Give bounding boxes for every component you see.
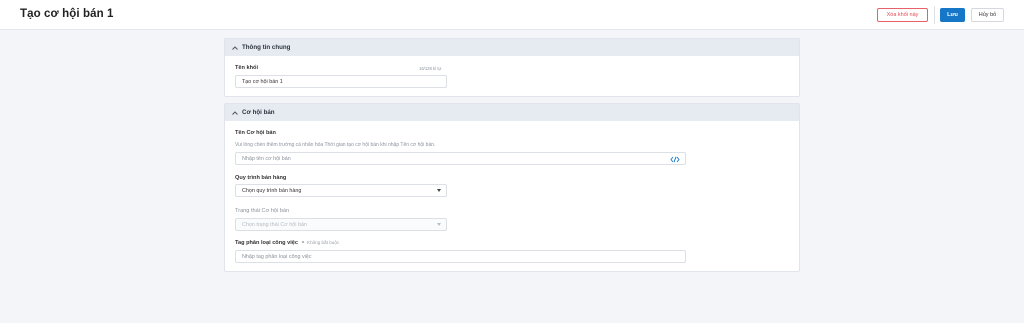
chevron-up-icon[interactable] — [231, 109, 239, 117]
general-info-card: Thông tin chung Tên khối 16/128 kí tự Tạ… — [224, 38, 800, 97]
pipeline-select-value: Chọn quy trình bán hàng — [242, 187, 302, 194]
tag-label-text: Tag phân loại công việc — [235, 240, 298, 246]
opportunity-name-placeholder: Nhập tên cơ hội bán — [242, 155, 291, 162]
delete-block-button[interactable]: Xóa khối này — [877, 8, 928, 22]
chevron-up-icon[interactable] — [231, 44, 239, 52]
general-info-header[interactable]: Thông tin chung — [225, 39, 799, 56]
general-info-title: Thông tin chung — [242, 44, 291, 51]
separator-dot — [302, 241, 304, 244]
opportunity-name-hint: Vui lòng chèn thêm trường cá nhân hóa Th… — [235, 142, 436, 148]
block-name-input[interactable]: Tạo cơ hội bán 1 — [235, 75, 447, 88]
dropdown-caret-icon — [437, 189, 441, 192]
pipeline-select[interactable]: Chọn quy trình bán hàng — [235, 184, 447, 197]
status-select[interactable]: Chọn trạng thái Cơ hội bán — [235, 218, 447, 231]
code-icon[interactable] — [670, 156, 680, 163]
tag-label: Tag phân loại công việc Không bắt buộc — [235, 240, 339, 246]
opportunity-name-input[interactable]: Nhập tên cơ hội bán — [235, 152, 686, 165]
opportunity-card: Cơ hội bán Tên Cơ hội bán Vui lòng chèn … — [224, 103, 800, 272]
opportunity-title: Cơ hội bán — [242, 109, 275, 116]
block-name-label: Tên khối — [235, 65, 258, 71]
status-select-value: Chọn trạng thái Cơ hội bán — [242, 221, 307, 228]
opportunity-header[interactable]: Cơ hội bán — [225, 104, 799, 121]
top-header: Tạo cơ hội bán 1 Xóa khối này Lưu Hủy bỏ — [0, 0, 1024, 30]
save-button[interactable]: Lưu — [940, 8, 965, 22]
dropdown-caret-icon — [437, 223, 441, 226]
cancel-button[interactable]: Hủy bỏ — [971, 8, 1004, 22]
page-title: Tạo cơ hội bán 1 — [20, 8, 114, 20]
tag-input[interactable]: Nhập tag phân loại công việc — [235, 250, 686, 263]
opportunity-name-label: Tên Cơ hội bán — [235, 130, 276, 136]
tag-placeholder: Nhập tag phân loại công việc — [242, 253, 312, 260]
tag-optional-note: Không bắt buộc — [307, 240, 340, 245]
block-name-counter: 16/128 kí tự — [419, 66, 442, 71]
status-label: Trạng thái Cơ hội bán — [235, 208, 290, 214]
pipeline-label: Quy trình bán hàng — [235, 175, 287, 181]
header-divider — [934, 6, 935, 24]
